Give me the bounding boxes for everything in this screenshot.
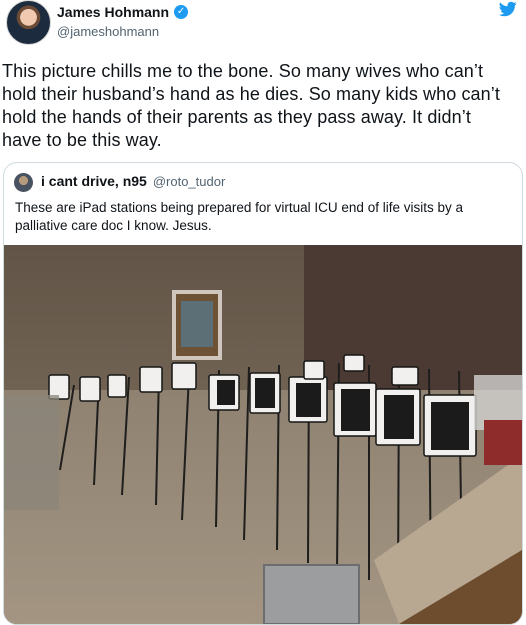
quoted-author-name[interactable]: i cant drive, n95 (41, 173, 147, 189)
verified-badge-icon: ✓ (174, 5, 189, 19)
tweet-body: This picture chills me to the bone. So m… (2, 60, 516, 152)
left-equipment (4, 395, 59, 510)
tweet-line: This picture chills me to the bone. So m… (2, 61, 484, 81)
ipad-stations-photo (4, 245, 522, 624)
quoted-author-avatar[interactable] (14, 173, 33, 192)
storage-bin (263, 564, 360, 624)
painting-canvas (181, 301, 213, 347)
quoted-author-handle[interactable]: @roto_tudor (153, 174, 225, 189)
author-name[interactable]: James Hohmann (57, 4, 169, 20)
red-case (484, 420, 522, 465)
quoted-tweet-body: These are iPad stations being prepared f… (15, 199, 510, 235)
author-name-row: James Hohmann ✓ (57, 4, 189, 20)
tweet-line: have to be this way. (2, 130, 162, 150)
tweet-header: James Hohmann ✓ @jameshohmann (0, 0, 526, 50)
quoted-author-row: i cant drive, n95 @roto_tudor (41, 173, 225, 189)
quoted-tweet-card[interactable]: i cant drive, n95 @roto_tudor These are … (3, 162, 523, 625)
quoted-tweet-photo[interactable] (4, 245, 522, 624)
tweet-line: hold their husband’s hand as he dies. So… (2, 84, 500, 104)
author-avatar[interactable] (6, 0, 51, 45)
quoted-line: These are iPad stations being prepared f… (15, 200, 463, 215)
quoted-line: palliative care doc I know. Jesus. (15, 218, 212, 233)
author-handle[interactable]: @jameshohmann (57, 24, 159, 39)
tweet-line: hold the hands of their parents as they … (2, 107, 471, 127)
twitter-bird-icon[interactable] (498, 0, 518, 18)
